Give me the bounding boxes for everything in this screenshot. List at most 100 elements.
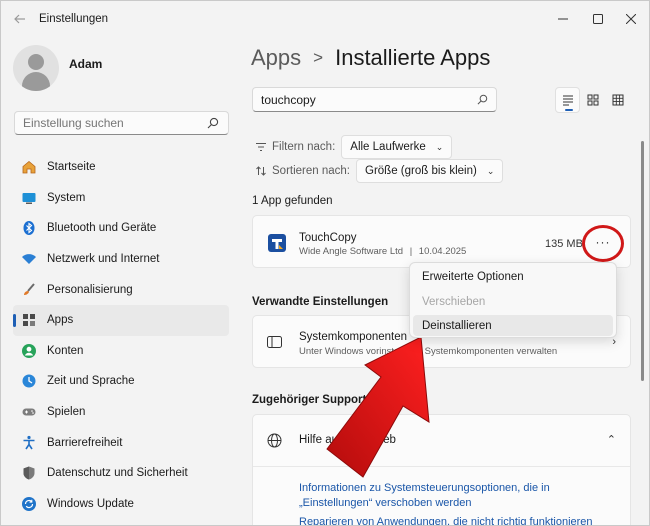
view-toggle (555, 87, 631, 113)
sort-icon (256, 166, 266, 176)
sidebar-item-label: Zeit und Sprache (47, 375, 135, 388)
sidebar-item-label: Bluetooth und Geräte (47, 222, 157, 235)
monitor-icon (21, 190, 37, 206)
minimize-button[interactable] (546, 7, 580, 31)
chevron-up-icon: ⌃ (606, 434, 616, 446)
touchcopy-logo-icon (268, 234, 286, 252)
app-date: 10.04.2025 (418, 246, 467, 257)
web-help-title: Hilfe aus dem Web (299, 434, 396, 446)
sidebar-item-label: Netzwerk und Internet (47, 253, 160, 266)
user-profile[interactable]: Adam (13, 41, 233, 95)
avatar (13, 45, 59, 91)
system-components-subtitle: Unter Windows vorinstallierte Systemkomp… (299, 346, 558, 357)
menu-item-uninstall[interactable]: Deinstallieren (413, 315, 613, 336)
search-icon (207, 117, 219, 129)
components-icon (267, 336, 282, 348)
sidebar-item-label: Konten (47, 344, 84, 357)
sidebar-item-bluetooth[interactable]: Bluetooth und Geräte (13, 213, 229, 244)
sidebar-item-label: Barrierefreiheit (47, 436, 123, 449)
bluetooth-icon (21, 220, 37, 236)
menu-item-advanced-options[interactable]: Erweiterte Optionen (413, 266, 613, 287)
settings-window: Einstellungen Adam Startseite (0, 0, 650, 526)
app-meta: Wide Angle Software Ltd | 10.04.2025 (299, 246, 466, 257)
sidebar-item-label: Startseite (47, 161, 96, 174)
settings-search-box[interactable] (14, 111, 229, 135)
wifi-icon (21, 251, 37, 267)
sidebar-item-label: Personalisierung (47, 283, 133, 296)
sidebar-nav: Startseite System Bluetooth und Geräte N… (13, 152, 229, 519)
sort-dropdown[interactable]: Größe (groß bis klein) ⌄ (356, 159, 504, 183)
filter-row: Filtern nach: Alle Laufwerke ⌄ (255, 135, 453, 159)
accessibility-icon (21, 435, 37, 451)
highlight-circle (582, 225, 624, 262)
app-search-input[interactable] (261, 93, 461, 107)
search-icon (477, 94, 488, 105)
result-count: 1 App gefunden (252, 195, 333, 207)
sidebar-item-startseite[interactable]: Startseite (13, 152, 229, 183)
scrollbar[interactable] (641, 141, 644, 381)
back-arrow-icon[interactable] (13, 12, 27, 26)
list-view-button[interactable] (555, 87, 581, 113)
app-context-menu: Erweiterte Optionen Verschieben Deinstal… (409, 262, 617, 338)
web-help-header[interactable]: Hilfe aus dem Web ⌃ (253, 415, 630, 467)
sidebar-item-label: Datenschutz und Sicherheit (47, 467, 188, 480)
sidebar-item-label: Windows Update (47, 497, 134, 510)
support-card: Hilfe aus dem Web ⌃ Informationen zu Sys… (252, 414, 631, 525)
sidebar-item-zeit[interactable]: Zeit und Sprache (13, 366, 229, 397)
account-icon (21, 343, 37, 359)
help-link-repair-apps[interactable]: Reparieren von Anwendungen, die nicht ri… (299, 515, 609, 525)
window-title: Einstellungen (39, 13, 109, 25)
shield-icon (21, 465, 37, 481)
sidebar-item-datenschutz[interactable]: Datenschutz und Sicherheit (13, 458, 229, 489)
support-heading: Zugehöriger Support (252, 394, 367, 406)
settings-search-input[interactable] (23, 116, 203, 130)
sidebar-item-label: Spielen (47, 406, 86, 419)
profile-name: Adam (69, 57, 103, 71)
chevron-down-icon: ⌄ (486, 165, 495, 176)
title-bar: Einstellungen (1, 1, 649, 37)
breadcrumb-separator: > (313, 48, 324, 67)
update-icon (21, 496, 37, 512)
app-size: 135 MB (545, 238, 583, 250)
app-meta-separator: | (409, 246, 413, 257)
chevron-right-icon: › (612, 336, 616, 348)
sort-value: Größe (groß bis klein) (365, 165, 477, 177)
app-search-box[interactable] (252, 87, 497, 112)
sidebar-item-netzwerk[interactable]: Netzwerk und Internet (13, 244, 229, 275)
breadcrumb-parent[interactable]: Apps (251, 45, 301, 71)
app-publisher: Wide Angle Software Ltd (299, 246, 404, 257)
sidebar-item-spielen[interactable]: Spielen (13, 397, 229, 428)
sidebar-item-label: Apps (47, 314, 74, 327)
home-icon (21, 159, 37, 175)
sidebar-item-label: System (47, 191, 86, 204)
brush-icon (21, 282, 37, 298)
app-list-item: TouchCopy Wide Angle Software Ltd | 10.0… (252, 215, 631, 268)
sidebar-item-barrierefreiheit[interactable]: Barrierefreiheit (13, 427, 229, 458)
sort-row: Sortieren nach: Größe (groß bis klein) ⌄ (255, 159, 504, 183)
filter-dropdown[interactable]: Alle Laufwerke ⌄ (341, 135, 453, 159)
filter-icon (256, 142, 266, 152)
grid-view-button[interactable] (606, 87, 631, 113)
related-settings-heading: Verwandte Einstellungen (252, 296, 389, 308)
close-button[interactable] (614, 7, 648, 31)
sidebar-item-apps[interactable]: Apps (13, 304, 229, 336)
gamepad-icon (21, 404, 37, 420)
sidebar-item-windows-update[interactable]: Windows Update (13, 489, 229, 520)
tile-view-button[interactable] (580, 87, 605, 113)
sidebar-item-system[interactable]: System (13, 183, 229, 214)
filter-value: Alle Laufwerke (350, 141, 426, 153)
maximize-button[interactable] (581, 7, 615, 31)
sort-label: Sortieren nach: (272, 165, 350, 177)
clock-globe-icon (21, 373, 37, 389)
page-title: Installierte Apps (335, 45, 491, 70)
filter-label: Filtern nach: (272, 141, 336, 153)
system-components-title: Systemkomponenten (299, 331, 408, 343)
globe-icon (267, 433, 282, 448)
help-link-control-panel[interactable]: Informationen zu Systemsteuerungsoptione… (299, 481, 609, 511)
apps-icon (21, 312, 37, 328)
menu-item-move: Verschieben (422, 295, 486, 308)
sidebar-item-konten[interactable]: Konten (13, 336, 229, 367)
chevron-down-icon: ⌄ (435, 141, 444, 152)
sidebar-item-personalisierung[interactable]: Personalisierung (13, 274, 229, 305)
grid-view-icon (612, 94, 624, 106)
